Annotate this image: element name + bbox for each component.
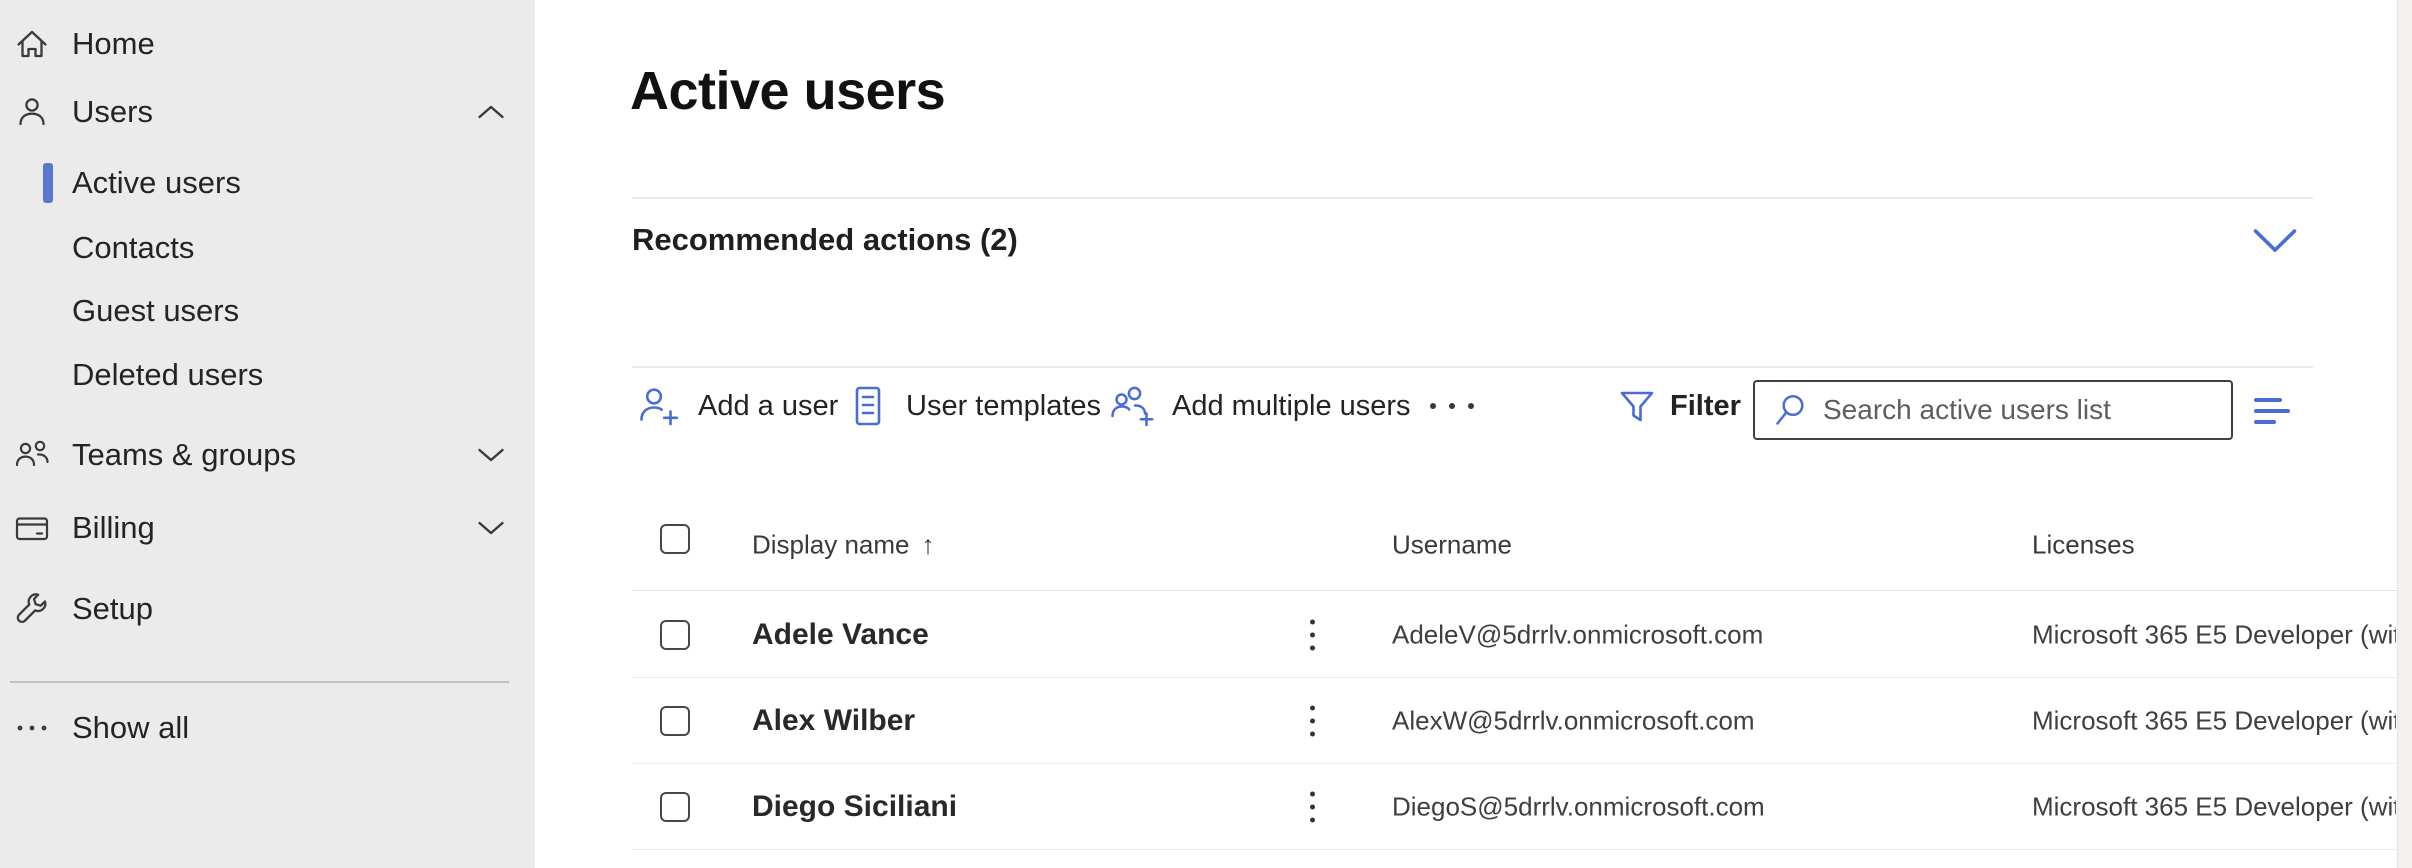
recommended-actions-label: Recommended actions (2): [632, 222, 1018, 258]
sidebar-item-contacts[interactable]: Contacts: [0, 216, 535, 280]
user-templates-label: User templates: [906, 390, 1101, 423]
sidebar-item-label: Billing: [72, 510, 155, 546]
chevron-up-icon[interactable]: [477, 104, 505, 120]
user-display-name[interactable]: Adele Vance: [752, 618, 929, 652]
sidebar-item-teams-groups[interactable]: Teams & groups: [0, 423, 535, 487]
user-display-name[interactable]: Diego Siciliani: [752, 790, 957, 824]
user-licenses: Microsoft 365 E5 Developer (without: [2032, 791, 2396, 822]
filter-button[interactable]: Filter: [1616, 378, 1741, 434]
sidebar-item-label: Teams & groups: [72, 437, 296, 473]
row-checkbox[interactable]: [660, 620, 690, 650]
search-input[interactable]: [1821, 393, 2217, 427]
section-divider: [632, 197, 2313, 199]
sidebar-item-billing[interactable]: Billing: [0, 496, 535, 560]
user-username: AlexW@5drrlv.onmicrosoft.com: [1392, 705, 1755, 736]
user-templates-button[interactable]: User templates: [846, 378, 1101, 434]
sort-lines-icon[interactable]: [2254, 398, 2290, 424]
user-licenses: Microsoft 365 E5 Developer (without: [2032, 619, 2396, 650]
sidebar-item-home[interactable]: Home: [0, 12, 535, 76]
filter-funnel-icon: [1616, 385, 1658, 427]
add-multiple-users-button[interactable]: Add multiple users: [1108, 378, 1411, 434]
user-username: DiegoS@5drrlv.onmicrosoft.com: [1392, 791, 1765, 822]
user-licenses: Microsoft 365 E5 Developer (without: [2032, 705, 2396, 736]
column-label: Display name: [752, 530, 910, 560]
sidebar-item-label: Guest users: [72, 293, 239, 329]
page-title: Active users: [630, 60, 945, 122]
section-divider: [632, 366, 2313, 368]
sidebar-nav: Home Users Active users Contacts: [0, 0, 535, 868]
sidebar-item-label: Home: [72, 26, 155, 62]
chevron-down-icon[interactable]: [477, 447, 505, 463]
sidebar-item-guest-users[interactable]: Guest users: [0, 279, 535, 343]
sidebar-item-show-all[interactable]: Show all: [0, 696, 535, 760]
sidebar-item-label: Show all: [72, 710, 189, 746]
sidebar-item-label: Users: [72, 94, 153, 130]
row-menu-kebab-icon[interactable]: [1304, 699, 1321, 742]
template-list-icon: [846, 383, 890, 429]
show-all-ellipsis-icon: [10, 706, 54, 750]
row-checkbox[interactable]: [660, 706, 690, 736]
add-multiple-users-label: Add multiple users: [1172, 390, 1411, 423]
search-icon: [1771, 391, 1809, 429]
row-checkbox[interactable]: [660, 792, 690, 822]
recommended-actions-header[interactable]: Recommended actions (2): [632, 214, 2313, 266]
user-username: AdeleV@5drrlv.onmicrosoft.com: [1392, 619, 1763, 650]
row-menu-kebab-icon[interactable]: [1304, 785, 1321, 828]
table-header-row: Display name ↑ Username Licenses: [632, 500, 2412, 591]
selected-indicator: [43, 163, 53, 203]
table-row[interactable]: Adele Vance AdeleV@5drrlv.onmicrosoft.co…: [632, 592, 2412, 678]
sidebar-item-label: Contacts: [72, 230, 194, 266]
user-display-name[interactable]: Alex Wilber: [752, 704, 915, 738]
table-row[interactable]: Diego Siciliani DiegoS@5drrlv.onmicrosof…: [632, 764, 2412, 850]
row-menu-kebab-icon[interactable]: [1304, 613, 1321, 656]
sidebar-item-deleted-users[interactable]: Deleted users: [0, 343, 535, 407]
vertical-scrollbar[interactable]: [2397, 0, 2412, 868]
filter-label: Filter: [1670, 390, 1741, 423]
column-header-username[interactable]: Username: [1392, 530, 1512, 561]
more-actions-button[interactable]: [1430, 378, 1474, 434]
chevron-down-icon[interactable]: [2252, 228, 2298, 255]
teams-groups-icon: [10, 433, 54, 477]
table-row[interactable]: Alex Wilber AlexW@5drrlv.onmicrosoft.com…: [632, 678, 2412, 764]
select-all-checkbox[interactable]: [660, 524, 690, 554]
add-user-label: Add a user: [698, 390, 838, 423]
users-icon: [10, 90, 54, 134]
person-add-icon: [636, 383, 682, 429]
add-user-button[interactable]: Add a user: [636, 378, 838, 434]
column-header-licenses[interactable]: Licenses: [2032, 530, 2135, 561]
admin-center-page: Home Users Active users Contacts: [0, 0, 2412, 868]
ellipsis-icon: [1430, 403, 1474, 409]
sidebar-divider: [10, 681, 509, 683]
sort-ascending-icon: ↑: [922, 530, 935, 560]
column-header-display-name[interactable]: Display name ↑: [752, 530, 935, 561]
people-add-icon: [1108, 383, 1156, 429]
sidebar-item-active-users[interactable]: Active users: [0, 151, 535, 215]
sidebar-item-label: Setup: [72, 591, 153, 627]
billing-icon: [10, 506, 54, 550]
sidebar-item-users[interactable]: Users: [0, 80, 535, 144]
chevron-down-icon[interactable]: [477, 520, 505, 536]
sidebar-item-label: Active users: [72, 165, 241, 201]
search-box[interactable]: [1753, 380, 2233, 440]
sidebar-item-setup[interactable]: Setup: [0, 577, 535, 641]
sidebar-item-label: Deleted users: [72, 357, 263, 393]
home-icon: [10, 22, 54, 66]
setup-icon: [10, 587, 54, 631]
